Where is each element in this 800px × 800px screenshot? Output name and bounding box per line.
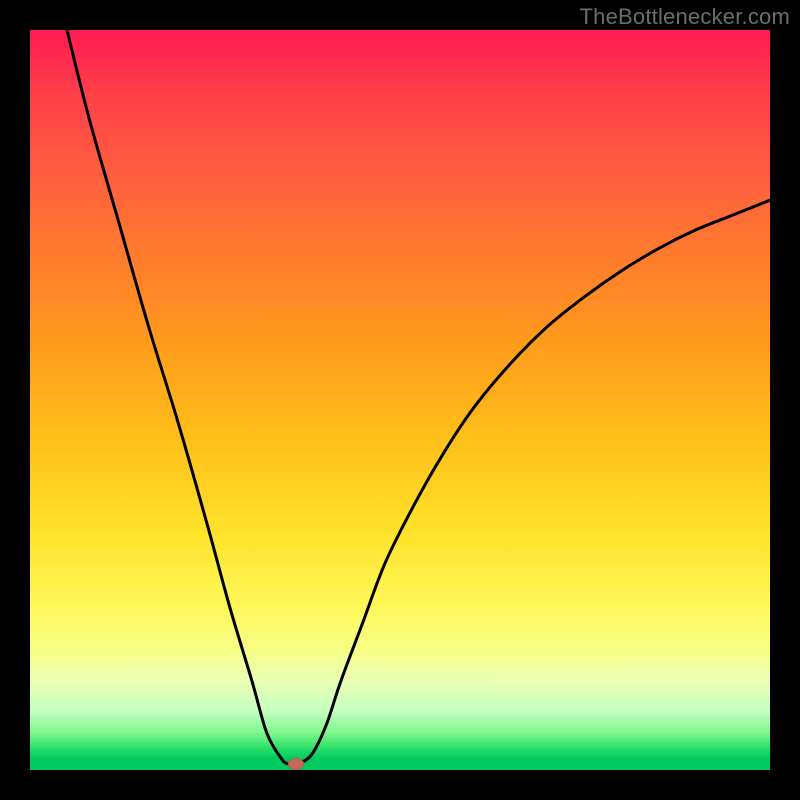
bottleneck-curve [30, 30, 770, 770]
plot-area [30, 30, 770, 770]
chart-frame: TheBottlenecker.com [0, 0, 800, 800]
watermark-text: TheBottlenecker.com [580, 4, 790, 30]
